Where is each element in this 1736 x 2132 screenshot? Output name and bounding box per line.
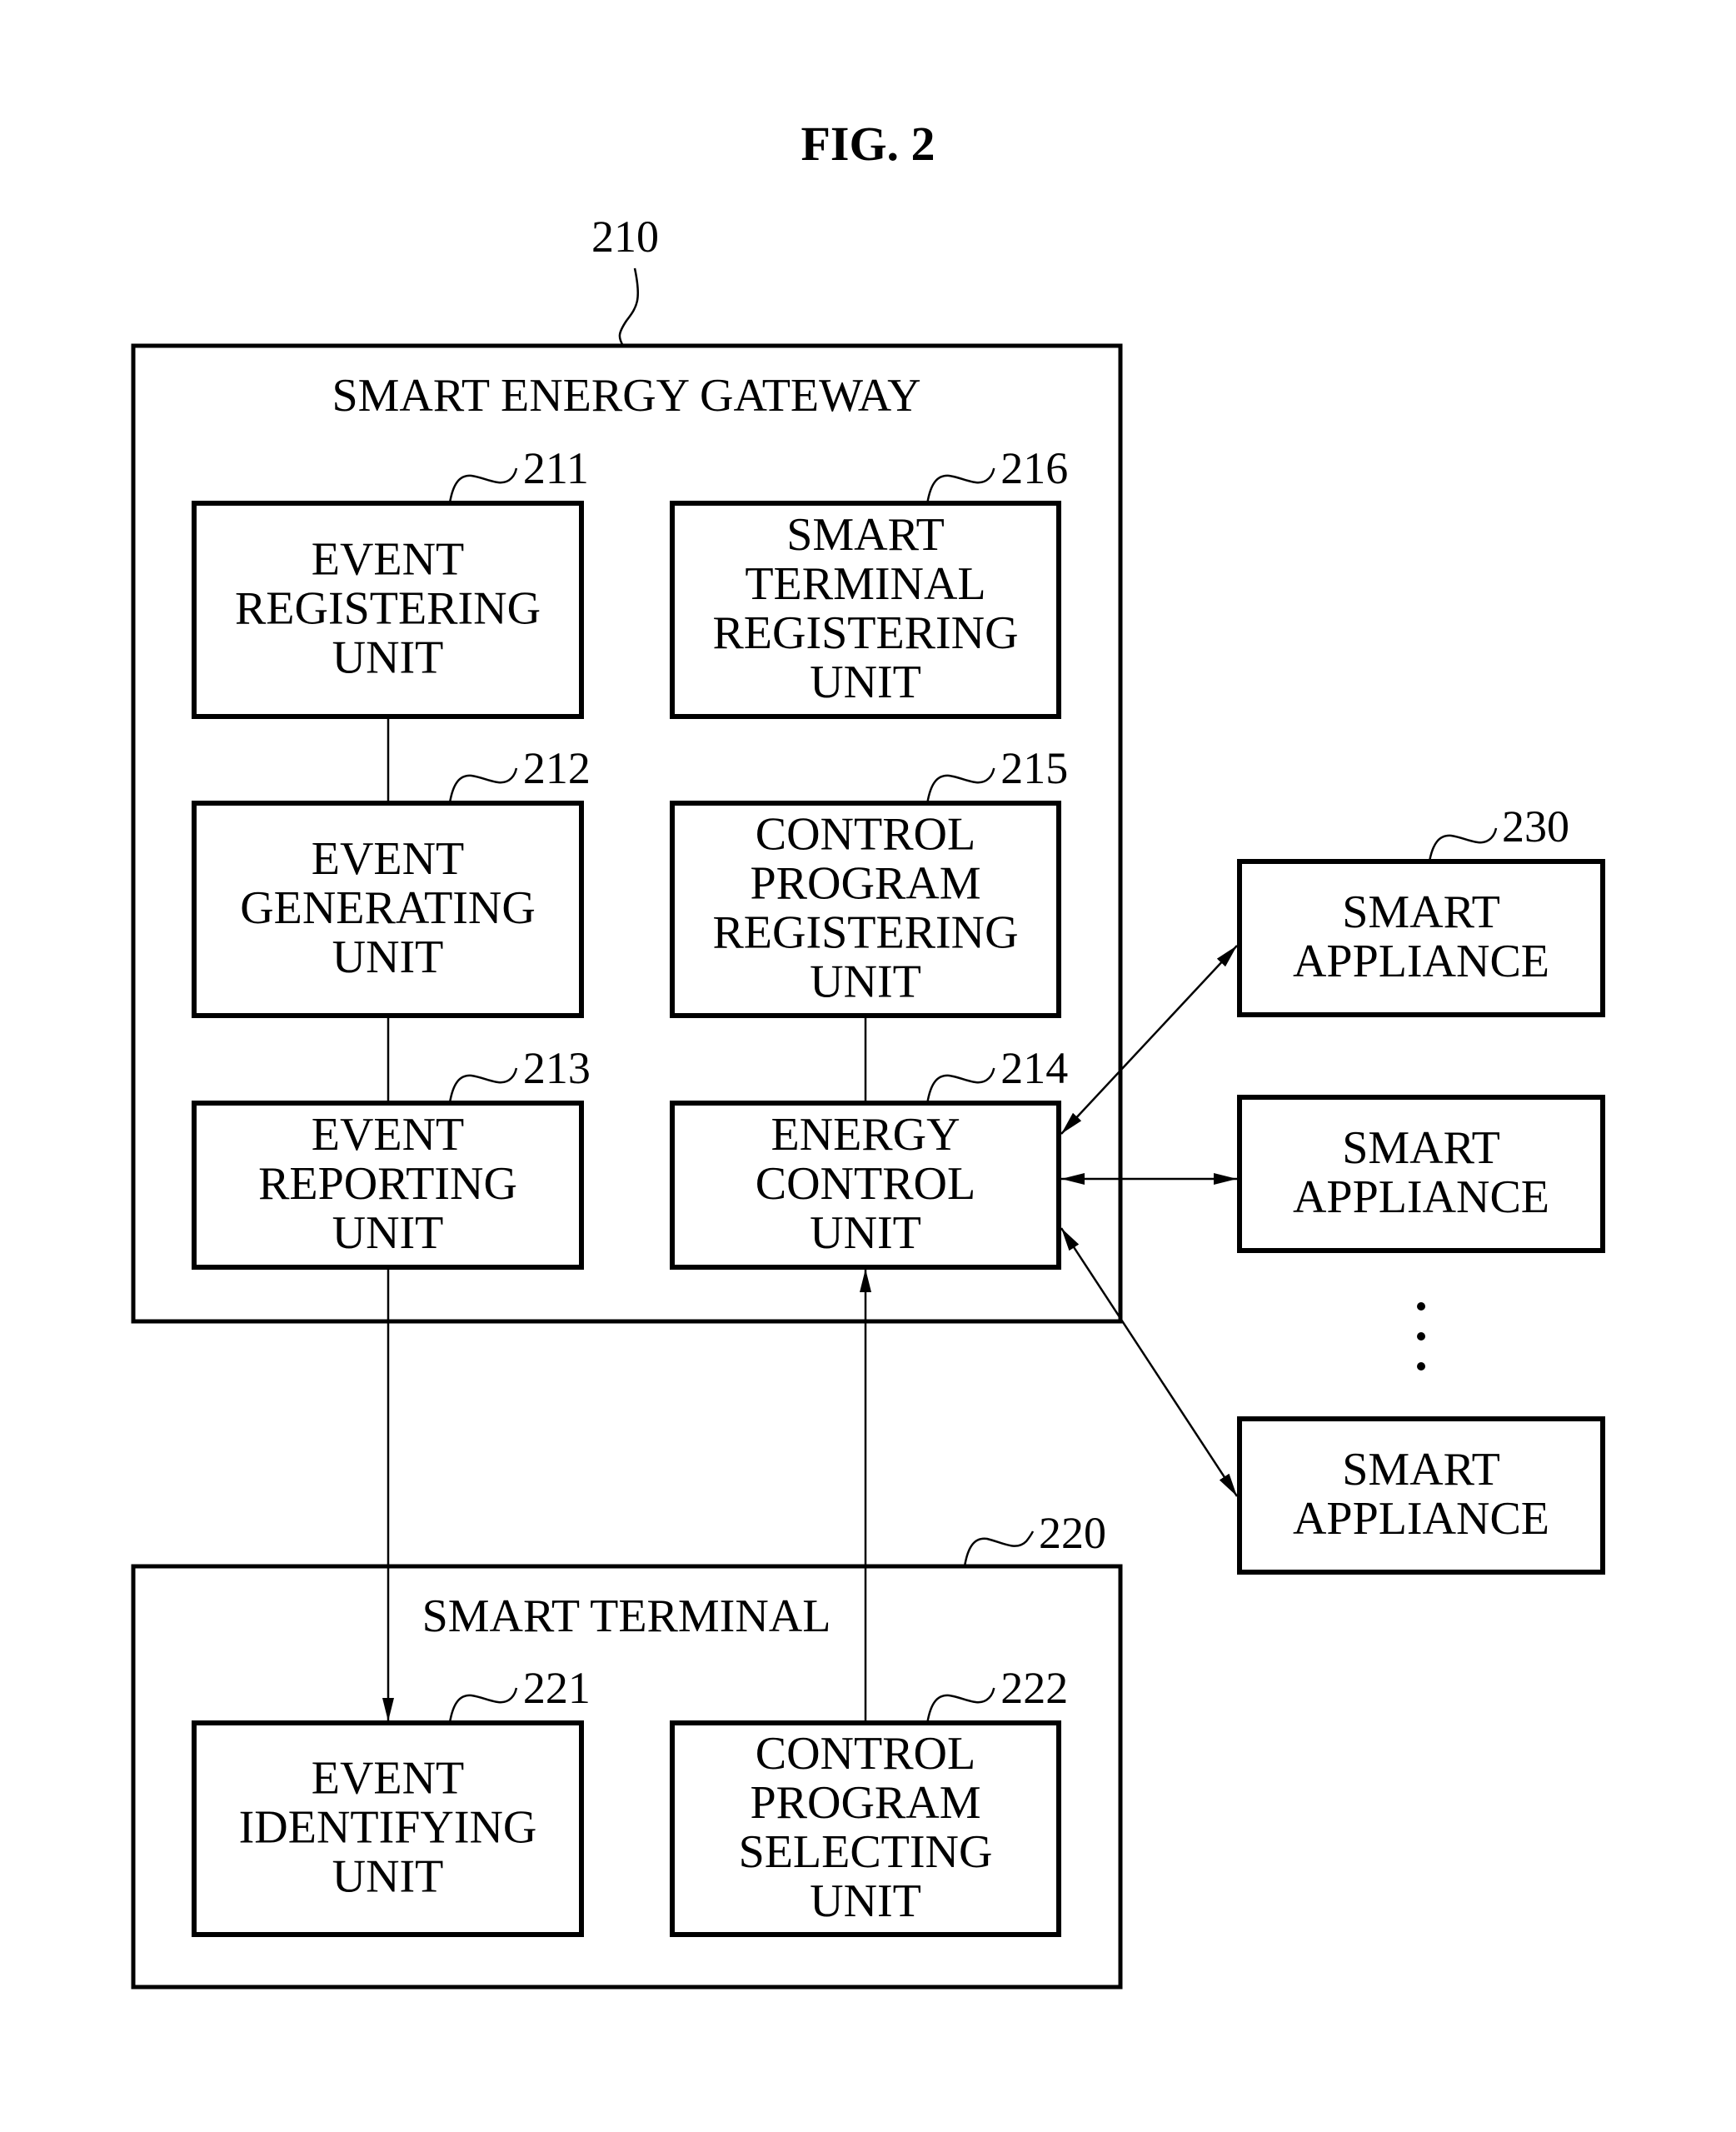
control-program-registering-unit-label-line: CONTROL [756, 809, 975, 861]
energy-control-unit-label-line: CONTROL [756, 1158, 975, 1210]
ellipsis-dot [1417, 1362, 1425, 1371]
smart-terminal-registering-unit-label-line: UNIT [810, 657, 921, 708]
leader-line-212 [448, 767, 518, 804]
control-program-selecting-unit-label-line: CONTROL [756, 1728, 975, 1780]
control-program-registering-unit-label-line: UNIT [810, 956, 921, 1008]
event-registering-unit: EVENTREGISTERINGUNIT [192, 501, 584, 719]
leader-line-214 [926, 1067, 995, 1104]
event-registering-unit-label-line: REGISTERING [235, 583, 541, 635]
ref-label-215: 215 [1000, 743, 1068, 793]
control-program-registering-unit-label-line: REGISTERING [712, 907, 1018, 959]
ellipsis-dots [1417, 1302, 1425, 1371]
ref-label-213: 213 [523, 1043, 591, 1093]
leader-line-213 [448, 1067, 518, 1104]
leader-line-215 [926, 767, 995, 804]
energy-control-unit-label-line: UNIT [810, 1207, 921, 1259]
ref-label-214: 214 [1000, 1043, 1068, 1093]
event-reporting-unit-label-line: EVENT [312, 1109, 465, 1161]
ref-label-216: 216 [1000, 443, 1068, 493]
event-identifying-unit-label-line: IDENTIFYING [239, 1802, 537, 1854]
event-generating-unit-label-line: UNIT [332, 931, 444, 983]
smart-appliance: SMARTAPPLIANCE [1237, 1416, 1605, 1575]
event-reporting-unit-label-line: REPORTING [258, 1158, 517, 1210]
leader-line-220 [963, 1530, 1035, 1567]
smart-energy-gateway-title: SMART ENERGY GATEWAY [332, 370, 920, 422]
ref-label-221: 221 [523, 1663, 591, 1713]
arrow-214-appliance-1 [1060, 945, 1238, 1135]
event-registering-unit-label-line: UNIT [332, 632, 444, 684]
ref-label-211: 211 [523, 443, 589, 493]
event-generating-unit: EVENTGENERATINGUNIT [192, 801, 584, 1018]
control-program-selecting-unit-label-line: UNIT [810, 1875, 921, 1927]
ref-label-212: 212 [523, 743, 591, 793]
smart-appliance-label-line: APPLIANCE [1293, 1493, 1549, 1545]
smart-appliance: SMARTAPPLIANCE [1237, 859, 1605, 1017]
smart-terminal-title: SMART TERMINAL [422, 1590, 831, 1642]
smart-appliance-label-line: SMART [1342, 1444, 1500, 1495]
event-identifying-unit-label-line: UNIT [332, 1851, 444, 1903]
event-reporting-unit: EVENTREPORTINGUNIT [192, 1101, 584, 1270]
ref-label-230: 230 [1502, 801, 1569, 851]
control-program-registering-unit-label-line: PROGRAM [751, 858, 981, 910]
event-registering-unit-label-line: EVENT [312, 534, 465, 586]
energy-control-unit: ENERGYCONTROLUNIT [670, 1101, 1061, 1270]
smart-terminal-registering-unit-label-line: SMART [786, 509, 945, 561]
leader-line-216 [926, 467, 995, 504]
block-diagram: FIG. 2 210 SMART ENERGY GATEWAY SMART TE… [131, 117, 1605, 1990]
ref-label-210: 210 [591, 212, 659, 262]
leader-line-221 [448, 1687, 518, 1724]
ref-label-220: 220 [1039, 1508, 1106, 1558]
ellipsis-dot [1417, 1302, 1425, 1311]
smart-appliance-label-line: SMART [1342, 1122, 1500, 1174]
ref-label-222: 222 [1000, 1663, 1068, 1713]
leader-line-230 [1428, 827, 1498, 862]
event-generating-unit-label-line: EVENT [312, 833, 465, 885]
figure-title: FIG. 2 [801, 117, 935, 171]
smart-terminal-registering-unit: SMARTTERMINALREGISTERINGUNIT [670, 501, 1061, 719]
event-reporting-unit-label-line: UNIT [332, 1207, 444, 1259]
leader-line-222 [926, 1687, 995, 1724]
leader-line-210 [618, 267, 640, 347]
event-identifying-unit-label-line: EVENT [312, 1753, 465, 1805]
ellipsis-dot [1417, 1332, 1425, 1341]
smart-terminal-registering-unit-label-line: TERMINAL [745, 558, 985, 610]
control-program-selecting-unit-label-line: PROGRAM [751, 1777, 981, 1829]
energy-control-unit-label-line: ENERGY [771, 1109, 960, 1161]
leader-line-211 [448, 467, 518, 504]
control-program-registering-unit: CONTROLPROGRAMREGISTERINGUNIT [670, 801, 1061, 1018]
arrow-214-appliance-3 [1060, 1227, 1239, 1497]
event-generating-unit-label-line: GENERATING [240, 882, 536, 934]
smart-appliance-label-line: SMART [1342, 886, 1500, 938]
control-program-selecting-unit: CONTROLPROGRAMSELECTINGUNIT [670, 1720, 1061, 1937]
smart-appliance-label-line: APPLIANCE [1293, 936, 1549, 987]
control-program-selecting-unit-label-line: SELECTING [739, 1826, 993, 1878]
smart-terminal-registering-unit-label-line: REGISTERING [712, 607, 1018, 659]
event-identifying-unit: EVENTIDENTIFYINGUNIT [192, 1720, 584, 1937]
smart-appliance: SMARTAPPLIANCE [1237, 1095, 1605, 1253]
smart-appliance-label-line: APPLIANCE [1293, 1171, 1549, 1223]
